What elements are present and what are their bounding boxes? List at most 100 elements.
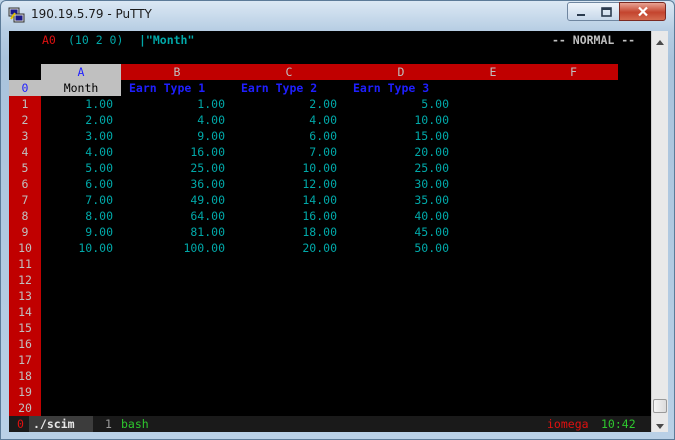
column-header-a[interactable]: A xyxy=(41,64,121,80)
cell-a[interactable]: 4.00 xyxy=(41,144,113,160)
row-number[interactable]: 1 xyxy=(9,96,41,112)
cell-c[interactable]: 20.00 xyxy=(233,240,337,256)
cell-b[interactable]: 4.00 xyxy=(121,112,225,128)
cell-a[interactable]: 6.00 xyxy=(41,176,113,192)
cell-b[interactable]: 81.00 xyxy=(121,224,225,240)
cell-c0[interactable]: Earn Type 2 xyxy=(241,80,345,96)
column-header-f[interactable]: F xyxy=(529,64,618,80)
cell-d[interactable]: 25.00 xyxy=(345,160,449,176)
cell-a[interactable]: 3.00 xyxy=(41,128,113,144)
row-number[interactable]: 10 xyxy=(9,240,41,256)
cell-format: (10 2 0) xyxy=(68,33,124,47)
close-button[interactable] xyxy=(619,2,666,21)
terminal-area[interactable]: A0 (10 2 0) |"Month" -- NORMAL -- A B C … xyxy=(9,31,651,432)
cell-d[interactable]: 15.00 xyxy=(345,128,449,144)
row-number[interactable]: 14 xyxy=(9,304,41,320)
putty-window: 190.19.5.79 - PuTTY A0 (10 2 0) |"Month"… xyxy=(0,0,675,440)
cell-d0[interactable]: Earn Type 3 xyxy=(353,80,457,96)
tmux-clock: 10:42 xyxy=(601,417,636,431)
cell-a[interactable]: 8.00 xyxy=(41,208,113,224)
row-number[interactable]: 19 xyxy=(9,384,41,400)
cell-d[interactable]: 20.00 xyxy=(345,144,449,160)
cell-b[interactable]: 64.00 xyxy=(121,208,225,224)
row-number[interactable]: 18 xyxy=(9,368,41,384)
putty-icon[interactable] xyxy=(8,7,25,23)
sheet-row: 15 xyxy=(9,320,651,336)
cell-c[interactable]: 18.00 xyxy=(233,224,337,240)
cell-a[interactable]: 1.00 xyxy=(41,96,113,112)
row-number[interactable]: 6 xyxy=(9,176,41,192)
scroll-up-button[interactable] xyxy=(652,31,668,48)
scroll-down-button[interactable] xyxy=(652,415,668,432)
cell-c[interactable]: 7.00 xyxy=(233,144,337,160)
cell-b0[interactable]: Earn Type 1 xyxy=(129,80,233,96)
row-number[interactable]: 8 xyxy=(9,208,41,224)
chevron-up-icon xyxy=(656,30,664,49)
cell-a[interactable]: 9.00 xyxy=(41,224,113,240)
cell-c[interactable]: 12.00 xyxy=(233,176,337,192)
column-header-b[interactable]: B xyxy=(121,64,233,80)
row-number[interactable]: 7 xyxy=(9,192,41,208)
row-number[interactable]: 16 xyxy=(9,336,41,352)
tmux-window-0-index: 0 xyxy=(17,417,24,431)
cell-b[interactable]: 16.00 xyxy=(121,144,225,160)
row-number[interactable]: 12 xyxy=(9,272,41,288)
cell-d[interactable]: 45.00 xyxy=(345,224,449,240)
scrollbar-thumb[interactable] xyxy=(653,399,667,413)
row-number[interactable]: 13 xyxy=(9,288,41,304)
cell-c[interactable]: 6.00 xyxy=(233,128,337,144)
tmux-window-1-index: 1 xyxy=(105,417,112,431)
cell-d[interactable]: 35.00 xyxy=(345,192,449,208)
cell-d[interactable]: 5.00 xyxy=(345,96,449,112)
cell-b[interactable]: 25.00 xyxy=(121,160,225,176)
row-number[interactable]: 17 xyxy=(9,352,41,368)
cell-c[interactable]: 2.00 xyxy=(233,96,337,112)
row-number[interactable]: 4 xyxy=(9,144,41,160)
row-number[interactable]: 5 xyxy=(9,160,41,176)
row-number[interactable]: 11 xyxy=(9,256,41,272)
cell-a[interactable]: 10.00 xyxy=(41,240,113,256)
cell-a[interactable]: 2.00 xyxy=(41,112,113,128)
sheet-row: 4 4.00 16.00 7.00 20.00 xyxy=(9,144,651,160)
sheet-row: 17 xyxy=(9,352,651,368)
minimize-icon xyxy=(576,2,586,21)
row-number[interactable]: 0 xyxy=(9,80,41,96)
column-header-d[interactable]: D xyxy=(345,64,457,80)
column-header-c[interactable]: C xyxy=(233,64,345,80)
row-number[interactable]: 20 xyxy=(9,400,41,416)
cell-c[interactable]: 10.00 xyxy=(233,160,337,176)
cell-c[interactable]: 14.00 xyxy=(233,192,337,208)
cell-a[interactable]: 5.00 xyxy=(41,160,113,176)
vertical-scrollbar[interactable] xyxy=(651,31,668,432)
minimize-button[interactable] xyxy=(567,2,594,21)
sheet-row: 6 6.00 36.00 12.00 30.00 xyxy=(9,176,651,192)
maximize-button[interactable] xyxy=(593,2,620,21)
sheet-row: 9 9.00 81.00 18.00 45.00 xyxy=(9,224,651,240)
tmux-window-1-name[interactable]: bash xyxy=(121,416,149,432)
cell-b[interactable]: 9.00 xyxy=(121,128,225,144)
cell-a[interactable]: 7.00 xyxy=(41,192,113,208)
column-header-e[interactable]: E xyxy=(457,64,529,80)
tmux-status-bar: 0 ./scim 1 bash iomega 10:42 xyxy=(9,416,651,432)
row-number[interactable]: 2 xyxy=(9,112,41,128)
cell-b[interactable]: 1.00 xyxy=(121,96,225,112)
cell-b[interactable]: 100.00 xyxy=(121,240,225,256)
row-number[interactable]: 15 xyxy=(9,320,41,336)
cell-d[interactable]: 50.00 xyxy=(345,240,449,256)
sheet-row: 10 10.00 100.00 20.00 50.00 xyxy=(9,240,651,256)
row-number[interactable]: 3 xyxy=(9,128,41,144)
cell-d[interactable]: 30.00 xyxy=(345,176,449,192)
cell-b[interactable]: 36.00 xyxy=(121,176,225,192)
row-number[interactable]: 9 xyxy=(9,224,41,240)
cell-c[interactable]: 4.00 xyxy=(233,112,337,128)
cell-d[interactable]: 10.00 xyxy=(345,112,449,128)
title-bar[interactable]: 190.19.5.79 - PuTTY xyxy=(1,1,675,29)
cell-d[interactable]: 40.00 xyxy=(345,208,449,224)
mode-indicator: -- NORMAL -- xyxy=(552,33,636,47)
close-icon xyxy=(637,2,649,21)
cell-a0-selected[interactable]: Month xyxy=(41,80,121,96)
cell-b[interactable]: 49.00 xyxy=(121,192,225,208)
tmux-window-0-name[interactable]: ./scim xyxy=(29,416,93,432)
cell-ref: A0 xyxy=(42,33,56,47)
cell-c[interactable]: 16.00 xyxy=(233,208,337,224)
